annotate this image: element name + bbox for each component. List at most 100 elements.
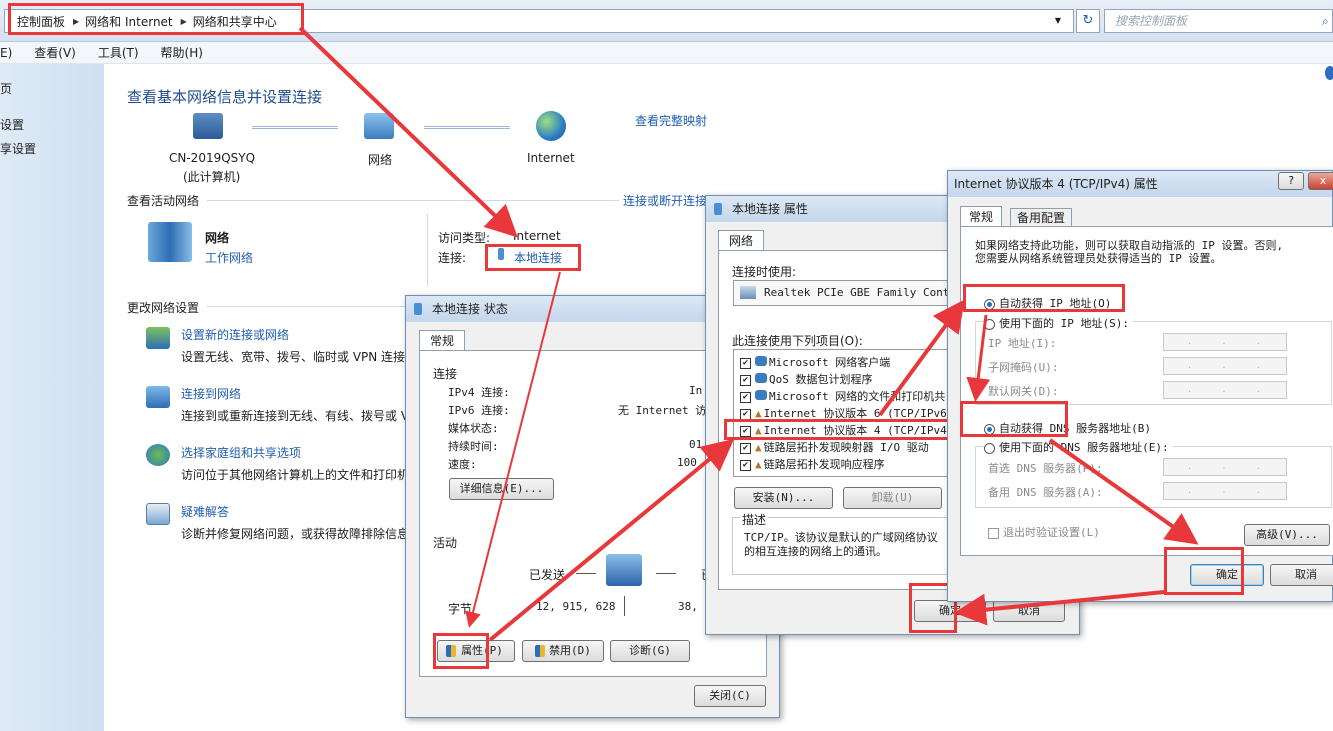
intro-text: 您需要从网络系统管理员处获得适当的 IP 设置。 bbox=[975, 252, 1222, 265]
manual-dns-option[interactable]: 使用下面的 DNS 服务器地址(E): bbox=[984, 439, 1173, 455]
menu-tools[interactable]: 工具(T) bbox=[98, 44, 139, 61]
disable-button[interactable]: 禁用(D) bbox=[522, 640, 604, 662]
task-desc: 连接到或重新连接到无线、有线、拨号或 V bbox=[181, 409, 410, 423]
ip-address-label: IP 地址(I): bbox=[988, 337, 1057, 350]
advanced-button[interactable]: 高级(V)... bbox=[1244, 524, 1330, 546]
manual-ip-option[interactable]: 使用下面的 IP 地址(S): bbox=[984, 315, 1133, 331]
link-line bbox=[424, 126, 510, 129]
leftpane-item-adapter[interactable]: 设置 bbox=[0, 116, 24, 133]
alternate-dns-field[interactable]: . . . bbox=[1163, 482, 1287, 500]
leftpane-item-home[interactable]: 页 bbox=[0, 80, 12, 97]
active-networks-label: 查看活动网络 bbox=[127, 194, 200, 208]
diagnose-button[interactable]: 诊断(G) bbox=[610, 640, 690, 662]
menu-help[interactable]: 帮助(H) bbox=[161, 44, 203, 61]
checkbox[interactable]: ✔ bbox=[740, 442, 751, 454]
refresh-button[interactable]: ↻ bbox=[1076, 9, 1100, 33]
network-client-icon bbox=[755, 356, 767, 366]
checkbox[interactable]: ✔ bbox=[740, 391, 751, 403]
list-item-label: 链路层拓扑发现映射器 I/O 驱动 bbox=[763, 441, 929, 454]
radio-unselected[interactable] bbox=[984, 318, 995, 330]
list-item[interactable]: ✔ ▲ 链路层拓扑发现响应程序 bbox=[740, 456, 885, 472]
preferred-dns-label: 首选 DNS 服务器(P): bbox=[988, 462, 1103, 475]
divider bbox=[207, 306, 407, 307]
task-title-homegroup[interactable]: 选择家庭组和共享选项 bbox=[181, 444, 301, 461]
preferred-dns-field[interactable]: . . . bbox=[1163, 458, 1287, 476]
highlight-box bbox=[963, 284, 1125, 312]
link-line bbox=[252, 126, 338, 129]
connect-using-label: 连接时使用: bbox=[732, 265, 797, 279]
list-item[interactable]: ✔ QoS 数据包计划程序 bbox=[740, 371, 873, 387]
network-type-link[interactable]: 工作网络 bbox=[205, 249, 253, 266]
speed-label: 速度: bbox=[448, 458, 477, 471]
radio-unselected[interactable] bbox=[984, 442, 995, 454]
ip-address-field[interactable]: . . . bbox=[1163, 333, 1287, 351]
tab-networking[interactable]: 网络 bbox=[718, 230, 765, 250]
access-type-value: Internet bbox=[513, 229, 561, 243]
file-sharing-icon bbox=[755, 390, 767, 400]
duration-value: 01 bbox=[689, 438, 703, 451]
checkbox[interactable]: ✔ bbox=[740, 374, 751, 386]
leftpane-item-sharing[interactable]: 享设置 bbox=[0, 140, 36, 157]
computer-sub: (此计算机) bbox=[183, 170, 241, 184]
help-button[interactable]: ? bbox=[1278, 172, 1304, 190]
highlight-box bbox=[433, 633, 489, 669]
globe-icon bbox=[536, 111, 566, 141]
dropdown-arrow-icon[interactable]: ▼ bbox=[1055, 16, 1061, 25]
checkbox[interactable]: ✔ bbox=[740, 357, 751, 369]
list-item[interactable]: ✔ Microsoft 网络客户端 bbox=[740, 354, 890, 370]
connect-network-icon bbox=[146, 386, 170, 408]
ipv4-properties-window[interactable]: Internet 协议版本 4 (TCP/IPv4) 属性 ? x 常规 备用配… bbox=[947, 170, 1333, 602]
description-text: 的相互连接的网络上的通讯。 bbox=[744, 545, 887, 558]
protocol-icon: ▲ bbox=[755, 441, 762, 454]
connection-label: 连接: bbox=[438, 251, 467, 265]
close-button[interactable]: 关闭(C) bbox=[694, 685, 766, 707]
menu-view[interactable]: 查看(V) bbox=[34, 44, 76, 61]
gateway-field[interactable]: . . . bbox=[1163, 381, 1287, 399]
speed-value: 100 bbox=[677, 456, 697, 469]
task-title-connect[interactable]: 连接到网络 bbox=[181, 385, 241, 402]
connect-disconnect-link[interactable]: 连接或断开连接 bbox=[623, 192, 707, 209]
divider bbox=[624, 596, 625, 616]
description-label: 描述 bbox=[740, 511, 769, 528]
connection-group-label: 连接 bbox=[433, 367, 458, 381]
view-full-map-link[interactable]: 查看完整映射 bbox=[635, 112, 707, 129]
subnet-field[interactable]: . . . bbox=[1163, 357, 1287, 375]
list-item-label: QoS 数据包计划程序 bbox=[769, 373, 873, 386]
divider bbox=[576, 573, 596, 574]
window-title-text: Internet 协议版本 4 (TCP/IPv4) 属性 bbox=[954, 177, 1158, 191]
alternate-dns-label: 备用 DNS 服务器(A): bbox=[988, 486, 1103, 499]
details-button[interactable]: 详细信息(E)... bbox=[449, 478, 554, 500]
search-input[interactable]: 搜索控制面板 bbox=[1104, 9, 1333, 33]
window-title[interactable]: Internet 协议版本 4 (TCP/IPv4) 属性 bbox=[948, 171, 1332, 197]
highlight-box bbox=[8, 3, 304, 35]
checkbox[interactable] bbox=[988, 527, 999, 539]
validate-label: 退出时验证设置(L) bbox=[1003, 526, 1100, 539]
cancel-button[interactable]: 取消 bbox=[993, 600, 1065, 622]
uninstall-button[interactable]: 卸载(U) bbox=[843, 487, 942, 509]
checkbox[interactable]: ✔ bbox=[740, 459, 751, 471]
task-title-new-connection[interactable]: 设置新的连接或网络 bbox=[181, 326, 289, 343]
network-activity-icon bbox=[606, 554, 642, 586]
checkbox[interactable]: ✔ bbox=[740, 408, 751, 420]
menu-edit[interactable]: E) bbox=[0, 46, 12, 60]
task-title-troubleshoot[interactable]: 疑难解答 bbox=[181, 503, 229, 520]
task-desc: 访问位于其他网络计算机上的文件和打印机 bbox=[181, 468, 410, 482]
tab-general[interactable]: 常规 bbox=[419, 330, 466, 350]
gateway-label: 默认网关(D): bbox=[988, 385, 1059, 398]
list-item-label: 链路层拓扑发现响应程序 bbox=[763, 458, 885, 471]
list-item[interactable]: ✔ Microsoft 网络的文件和打印机共 bbox=[740, 388, 945, 404]
close-window-button[interactable]: x bbox=[1308, 172, 1333, 190]
sent-label: 已发送 bbox=[529, 568, 566, 582]
help-icon[interactable] bbox=[1325, 66, 1333, 80]
change-settings-label: 更改网络设置 bbox=[127, 301, 200, 315]
cancel-button[interactable]: 取消 bbox=[1270, 564, 1333, 586]
validate-option[interactable]: 退出时验证设置(L) bbox=[988, 524, 1100, 540]
list-item[interactable]: ✔ ▲ 链路层拓扑发现映射器 I/O 驱动 bbox=[740, 439, 929, 455]
tab-alternate[interactable]: 备用配置 bbox=[1010, 208, 1073, 226]
search-icon[interactable]: ⌕ bbox=[1322, 14, 1329, 29]
manual-dns-label: 使用下面的 DNS 服务器地址(E): bbox=[999, 441, 1169, 454]
network-icon bbox=[364, 113, 394, 139]
task-desc: 设置无线、宽带、拨号、临时或 VPN 连接 bbox=[181, 350, 406, 364]
install-button[interactable]: 安装(N)... bbox=[734, 487, 833, 509]
tab-general[interactable]: 常规 bbox=[960, 206, 1003, 226]
